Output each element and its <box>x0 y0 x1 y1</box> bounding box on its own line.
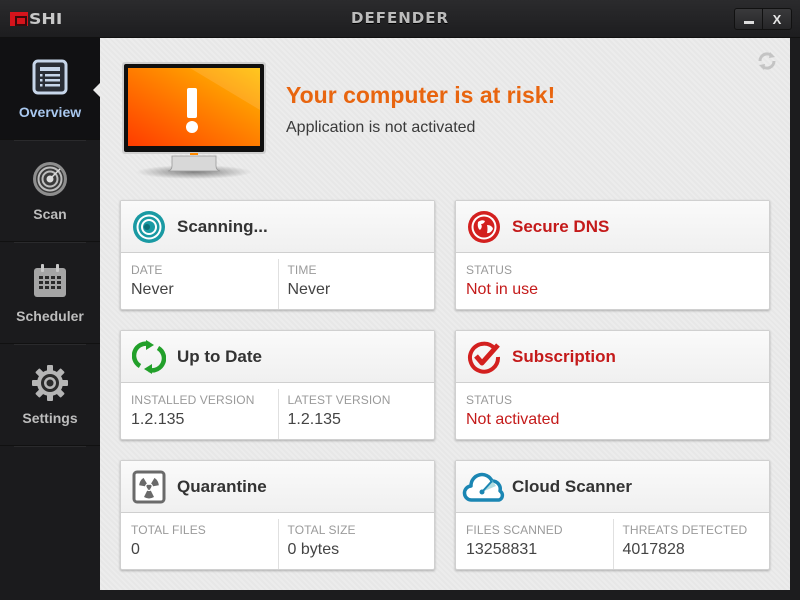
close-icon: X <box>772 11 782 27</box>
card-title: Quarantine <box>177 476 267 496</box>
field-label: STATUS <box>466 393 513 407</box>
field-label: TOTAL FILES <box>131 523 206 537</box>
card-header[interactable]: Cloud Scanner <box>456 461 769 513</box>
field-value: Not activated <box>466 411 560 428</box>
globe-icon <box>468 210 500 243</box>
nav-label: Scan <box>33 205 67 222</box>
radar-icon <box>133 210 165 243</box>
sidebar-item-scan[interactable]: Scan <box>0 140 100 243</box>
date-field: DATE Never <box>121 253 278 309</box>
field-value: 1.2.135 <box>287 411 341 428</box>
card-title: Subscription <box>512 346 616 366</box>
card-title: Cloud Scanner <box>512 476 632 496</box>
card-title: Up to Date <box>177 346 262 366</box>
nav-label: Settings <box>22 409 78 426</box>
list-icon <box>32 59 68 94</box>
gear-icon <box>32 364 68 401</box>
sidebar: Overview Scan Scheduler Settings <box>0 38 101 600</box>
field-label: INSTALLED VERSION <box>131 393 255 407</box>
cloud-scanner-card[interactable]: Cloud Scanner FILES SCANNED 13258831 THR… <box>455 460 770 570</box>
quarantine-card[interactable]: Quarantine TOTAL FILES 0 TOTAL SIZE 0 by… <box>120 460 435 570</box>
field-value: Never <box>131 281 174 298</box>
field-label: STATUS <box>466 263 513 277</box>
field-label: TOTAL SIZE <box>287 523 356 537</box>
field-label: TIME <box>287 263 317 277</box>
secure-dns-card[interactable]: Secure DNS STATUS Not in use <box>455 200 770 310</box>
calendar-icon <box>34 263 66 297</box>
status-field: STATUS Not in use <box>456 253 769 309</box>
warning-monitor-icon <box>122 62 266 179</box>
nav-label: Overview <box>18 103 82 120</box>
subscription-card[interactable]: Subscription STATUS Not activated <box>455 330 770 440</box>
update-card[interactable]: Up to Date INSTALLED VERSION 1.2.135 LAT… <box>120 330 435 440</box>
window-controls: X <box>734 8 792 30</box>
refresh-icon[interactable] <box>756 50 778 72</box>
sidebar-item-scheduler[interactable]: Scheduler <box>0 242 100 345</box>
field-value: 13258831 <box>466 541 538 558</box>
installed-version-field: INSTALLED VERSION 1.2.135 <box>121 383 278 439</box>
field-label: LATEST VERSION <box>287 393 391 407</box>
check-circle-icon <box>468 341 501 374</box>
minimize-button[interactable] <box>735 9 762 29</box>
card-header[interactable]: Subscription <box>456 331 769 383</box>
field-value: 1.2.135 <box>131 411 185 428</box>
title-bar: SHI DEFENDER X <box>0 0 800 38</box>
card-title: Scanning... <box>177 216 268 236</box>
close-button[interactable]: X <box>762 9 791 29</box>
nav-label: Scheduler <box>16 307 84 324</box>
radiation-icon <box>132 470 166 503</box>
risk-subtitle: Application is not activated <box>286 119 476 136</box>
sidebar-item-settings[interactable]: Settings <box>0 344 100 447</box>
field-value: 4017828 <box>622 541 685 558</box>
field-value: Never <box>287 281 331 298</box>
sync-icon <box>132 339 166 374</box>
total-files-field: TOTAL FILES 0 <box>121 513 278 569</box>
total-size-field: TOTAL SIZE 0 bytes <box>277 513 435 569</box>
field-value: 0 <box>131 541 140 558</box>
field-value: 0 bytes <box>287 541 340 558</box>
card-header[interactable]: Secure DNS <box>456 201 769 253</box>
card-header[interactable]: Quarantine <box>121 461 434 513</box>
field-label: THREATS DETECTED <box>622 523 748 537</box>
files-scanned-field: FILES SCANNED 13258831 <box>456 513 613 569</box>
minimize-icon <box>743 20 754 24</box>
card-header[interactable]: Scanning... <box>121 201 434 253</box>
cloud-icon <box>462 472 505 502</box>
card-title: Secure DNS <box>512 216 610 236</box>
field-value: Not in use <box>466 281 539 298</box>
time-field: TIME Never <box>277 253 435 309</box>
sidebar-item-overview[interactable]: Overview <box>0 38 101 141</box>
status-field: STATUS Not activated <box>456 383 769 439</box>
risk-heading: Your computer is at risk! <box>286 82 556 108</box>
field-label: DATE <box>131 263 163 277</box>
scan-card[interactable]: Scanning... DATE Never TIME Never <box>120 200 435 310</box>
overview-panel: Your computer is at risk! Application is… <box>100 38 790 590</box>
radar-icon <box>33 161 67 196</box>
field-label: FILES SCANNED <box>466 523 563 537</box>
threats-detected-field: THREATS DETECTED 4017828 <box>612 513 770 569</box>
latest-version-field: LATEST VERSION 1.2.135 <box>277 383 435 439</box>
app-title: DEFENDER <box>351 9 449 27</box>
card-header[interactable]: Up to Date <box>121 331 434 383</box>
